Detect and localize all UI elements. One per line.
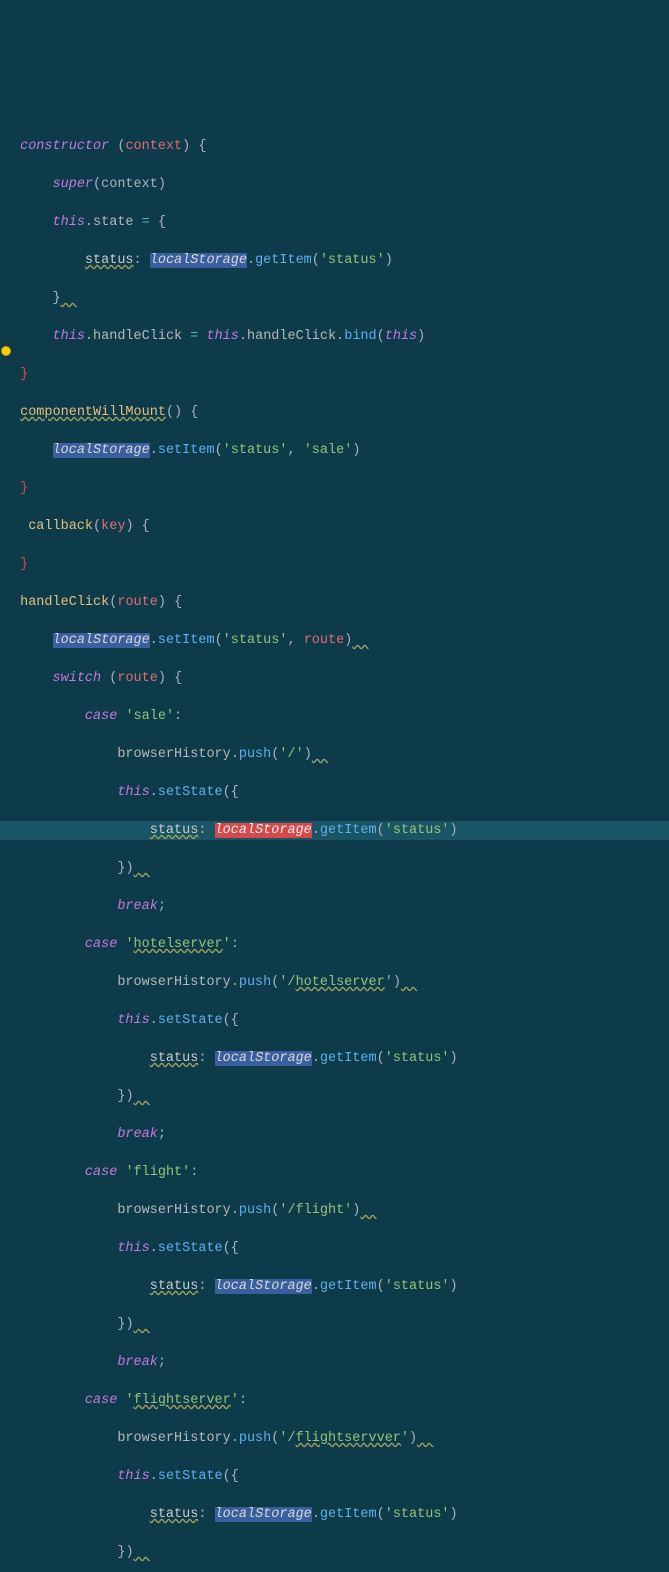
code-line: this.setState({ <box>0 1239 669 1258</box>
code-line: }) <box>0 1315 669 1334</box>
code-line: super(context) <box>0 175 669 194</box>
highlighted-localstorage: localStorage <box>150 253 247 268</box>
method-callback: callback <box>28 519 93 534</box>
highlighted-localstorage: localStorage <box>53 633 150 648</box>
selected-localstorage: localStorage <box>215 823 312 838</box>
code-line: } <box>0 365 669 384</box>
code-line: case 'flight': <box>0 1163 669 1182</box>
highlighted-localstorage: localStorage <box>215 1507 312 1522</box>
code-line: browserHistory.push('/flightservver') <box>0 1429 669 1448</box>
method-handleclick: handleClick <box>20 595 109 610</box>
code-line: status: localStorage.getItem('status') <box>0 1277 669 1296</box>
code-line: status: localStorage.getItem('status') <box>0 1505 669 1524</box>
code-line: } <box>0 479 669 498</box>
code-line: }) <box>0 1543 669 1562</box>
code-line: }) <box>0 1087 669 1106</box>
code-line: status: localStorage.getItem('status') <box>0 1049 669 1068</box>
code-line: this.setState({ <box>0 1011 669 1030</box>
lightbulb-icon <box>1 346 11 356</box>
code-line: } <box>0 555 669 574</box>
keyword-constructor: constructor <box>20 139 109 154</box>
code-line: case 'flightserver': <box>0 1391 669 1410</box>
code-line: this.state = { <box>0 213 669 232</box>
code-line-highlighted: status: localStorage.getItem('status') <box>0 821 669 840</box>
code-line: handleClick(route) { <box>0 593 669 612</box>
code-line: constructor (context) { <box>0 137 669 156</box>
code-line: break; <box>0 1125 669 1144</box>
highlighted-localstorage: localStorage <box>215 1279 312 1294</box>
highlighted-localstorage: localStorage <box>215 1051 312 1066</box>
intention-bulb-icon[interactable] <box>1 346 11 356</box>
code-line: componentWillMount() { <box>0 403 669 422</box>
code-line: localStorage.setItem('status', 'sale') <box>0 441 669 460</box>
code-line: callback(key) { <box>0 517 669 536</box>
code-line: browserHistory.push('/hotelserver') <box>0 973 669 992</box>
code-line: break; <box>0 897 669 916</box>
code-line: switch (route) { <box>0 669 669 688</box>
code-line: } <box>0 289 669 308</box>
code-line: case 'hotelserver': <box>0 935 669 954</box>
code-line: browserHistory.push('/flight') <box>0 1201 669 1220</box>
code-line: break; <box>0 1353 669 1372</box>
method-componentwillmount: componentWillMount <box>20 405 166 420</box>
code-editor[interactable]: constructor (context) { super(context) t… <box>0 114 669 1572</box>
code-line: case 'sale': <box>0 707 669 726</box>
code-line: localStorage.setItem('status', route) <box>0 631 669 650</box>
code-line: this.handleClick = this.handleClick.bind… <box>0 327 669 346</box>
code-line: }) <box>0 859 669 878</box>
code-line: this.setState({ <box>0 1467 669 1486</box>
code-line: browserHistory.push('/') <box>0 745 669 764</box>
highlighted-localstorage: localStorage <box>53 443 150 458</box>
code-line: status: localStorage.getItem('status') <box>0 251 669 270</box>
